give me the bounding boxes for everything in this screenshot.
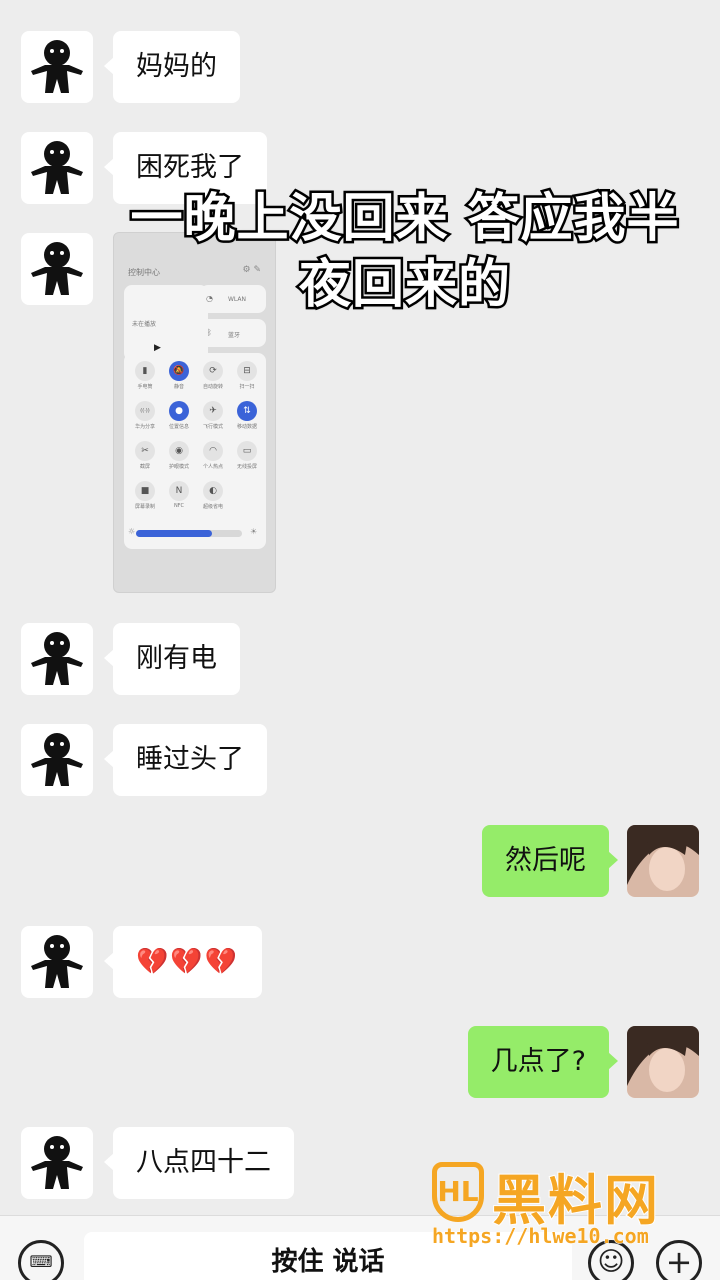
self-avatar[interactable] — [627, 1026, 699, 1098]
message-bubble[interactable]: 💔💔💔 — [103, 926, 263, 998]
watermark: HL 黑料网 https://hlwe10.com — [432, 1162, 712, 1252]
quick-toggles-grid: ▮ 手电筒 🔕 静音 ⟳ 自动旋转 ⊟ 扫一扫 ((·)) 华为分享 ● 位置信息 ✈ 飞行模式 ⇅ 移动数据… — [124, 353, 266, 549]
rotate-icon: ⟳ — [203, 361, 223, 381]
quick-toggle-airplane: ✈ 飞行模式 — [198, 401, 228, 430]
message-bubble[interactable]: 八点四十二 — [104, 1127, 294, 1199]
quick-toggle-label: 个人热点 — [202, 464, 223, 470]
media-label: 未在播放 — [132, 321, 157, 328]
quick-toggle-label: 超级省电 — [202, 504, 223, 510]
black-figure-icon — [31, 1136, 83, 1189]
quick-toggle-label: 手电筒 — [137, 384, 153, 390]
contact-avatar[interactable] — [21, 926, 93, 998]
share-icon: ((·)) — [135, 401, 155, 421]
quick-toggle-data: ⇅ 移动数据 — [232, 401, 262, 430]
airplane-icon: ✈ — [203, 401, 223, 421]
quick-toggle-label: 飞行模式 — [202, 424, 223, 430]
black-figure-icon — [31, 935, 83, 988]
record-icon: ■ — [135, 481, 155, 501]
contact-avatar[interactable] — [21, 623, 93, 695]
location-icon: ● — [169, 401, 189, 421]
user-photo-icon — [627, 1026, 699, 1098]
quick-toggle-nfc: N NFC — [164, 481, 194, 509]
brightness-slider — [136, 530, 242, 537]
cast-icon: ▭ — [237, 441, 257, 461]
quick-toggle-label: 扫一扫 — [239, 384, 255, 390]
quick-toggle-label: 自动旋转 — [202, 384, 223, 390]
quick-toggle-flashlight: ▮ 手电筒 — [130, 361, 160, 390]
caption-line-2: 夜回来的 — [296, 253, 512, 318]
message-bubble[interactable]: 妈妈的 — [104, 31, 240, 103]
black-figure-icon — [31, 242, 83, 295]
brightness-low-icon: ☼ — [128, 527, 136, 536]
contact-avatar[interactable] — [21, 132, 93, 204]
power-save-icon: ◐ — [203, 481, 223, 501]
quick-toggle-rotate: ⟳ 自动旋转 — [198, 361, 228, 390]
eye-icon: ◉ — [169, 441, 189, 461]
quick-toggle-label: 截屏 — [139, 464, 150, 470]
quick-toggle-screenshot: ✂ 截屏 — [130, 441, 160, 470]
nfc-icon: N — [169, 481, 189, 501]
quick-toggle-label: 移动数据 — [236, 424, 257, 430]
keyboard-icon[interactable]: ⌨ — [18, 1240, 64, 1280]
message-bubble-self[interactable]: 几点了? — [467, 1026, 619, 1098]
contact-avatar[interactable] — [21, 1127, 93, 1199]
quick-toggle-hotspot: ◠ 个人热点 — [198, 441, 228, 470]
self-avatar[interactable] — [627, 825, 699, 897]
quick-toggle-label: 屏幕录制 — [134, 504, 155, 510]
quick-toggle-cast: ▭ 无线投屏 — [232, 441, 262, 470]
quick-toggle-location: ● 位置信息 — [164, 401, 194, 430]
quick-toggle-label: NFC — [173, 503, 185, 509]
play-icon: ▶ — [154, 343, 161, 353]
bluetooth-label: 蓝牙 — [228, 332, 241, 339]
caption-line-1: 一晚上没回来 答应我半 — [128, 187, 681, 252]
scan-icon: ⊟ — [237, 361, 257, 381]
quick-toggle-label: 无线投屏 — [236, 464, 257, 470]
black-figure-icon — [31, 141, 83, 194]
bluetooth-card: ᛒ 蓝牙 — [200, 319, 266, 347]
black-figure-icon — [31, 40, 83, 93]
contact-avatar[interactable] — [21, 31, 93, 103]
quick-toggle-label: 位置信息 — [168, 424, 189, 430]
black-figure-icon — [31, 733, 83, 786]
bluetooth-icon: ᛒ — [207, 328, 212, 337]
data-icon: ⇅ — [237, 401, 257, 421]
quick-toggle-scan: ⊟ 扫一扫 — [232, 361, 262, 390]
user-photo-icon — [627, 825, 699, 897]
contact-avatar[interactable] — [21, 233, 93, 305]
contact-avatar[interactable] — [21, 724, 93, 796]
quick-toggle-label: 护眼模式 — [168, 464, 189, 470]
screenshot-icon: ✂ — [135, 441, 155, 461]
quick-toggle-label: 华为分享 — [134, 424, 155, 430]
chat-area[interactable]: 妈妈的 困死我了 控制中心 ⚙ ✎ 未在播放 ▶ ◔ WLAN ᛒ 蓝牙 ▮ 手… — [0, 0, 720, 1215]
watermark-logo: HL — [432, 1162, 484, 1222]
quick-toggle-mute: 🔕 静音 — [164, 361, 194, 390]
quick-toggle-share: ((·)) 华为分享 — [130, 401, 160, 430]
quick-toggle-record: ■ 屏幕录制 — [130, 481, 160, 510]
overlay-caption: 一晚上没回来 答应我半 夜回来的 — [100, 186, 710, 318]
brightness-fill — [136, 530, 213, 537]
hotspot-icon: ◠ — [203, 441, 223, 461]
message-bubble-self[interactable]: 然后呢 — [482, 825, 618, 897]
black-figure-icon — [31, 632, 83, 685]
mute-icon: 🔕 — [169, 361, 189, 381]
quick-toggle-power-save: ◐ 超级省电 — [198, 481, 228, 510]
quick-toggle-label: 静音 — [173, 384, 184, 390]
brightness-high-icon: ☀ — [250, 527, 258, 536]
quick-toggle-eye: ◉ 护眼模式 — [164, 441, 194, 470]
message-bubble[interactable]: 刚有电 — [104, 623, 240, 695]
flashlight-icon: ▮ — [135, 361, 155, 381]
watermark-url: https://hlwe10.com — [432, 1224, 650, 1249]
message-bubble[interactable]: 睡过头了 — [104, 724, 267, 796]
